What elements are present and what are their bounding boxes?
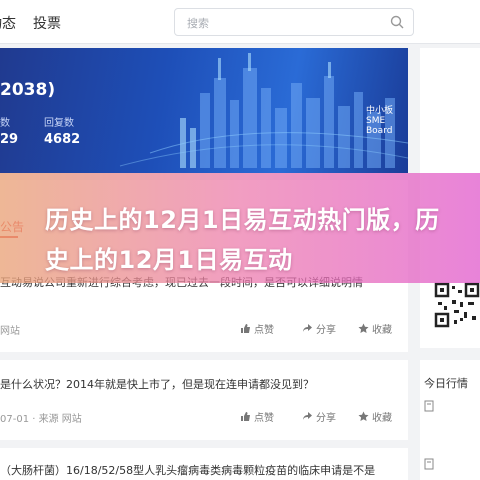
market-icon <box>424 400 434 412</box>
like-label: 点赞 <box>254 325 274 336</box>
company-banner: 中小板 SME Board <box>0 48 408 173</box>
star-icon <box>358 323 369 333</box>
stat-value-1: 29 <box>0 132 19 147</box>
like-button[interactable]: 点赞 <box>240 321 274 336</box>
feed-item-date-source: 07-01 · 来源 网站 <box>0 414 82 425</box>
feed-item-source: 网站 <box>0 326 20 337</box>
today-market-title: 今日行情 <box>424 377 468 390</box>
share-button[interactable]: 分享 <box>302 409 336 424</box>
favorite-label: 收藏 <box>372 413 392 424</box>
top-nav: 动态 投票 搜索 <box>0 0 480 44</box>
star-icon <box>358 411 369 421</box>
stat-label-1: 数 <box>0 118 10 129</box>
nav-item-dynamics[interactable]: 动态 <box>0 13 16 33</box>
stat-value-replies: 4682 <box>44 132 81 147</box>
share-icon <box>303 412 312 420</box>
article-title: 历史上的12月1日易互动热门版，历史上的12月1日易互动 <box>45 206 440 274</box>
thumbs-up-icon <box>241 412 250 421</box>
share-button[interactable]: 分享 <box>302 321 336 336</box>
thumbs-up-icon <box>241 324 250 333</box>
nav-item-vote[interactable]: 投票 <box>33 13 61 33</box>
like-button[interactable]: 点赞 <box>240 409 274 424</box>
city-skyline-graphic <box>119 53 408 168</box>
stat-label-replies: 回复数 <box>44 118 74 129</box>
share-label: 分享 <box>316 325 336 336</box>
qr-code-icon <box>434 282 480 328</box>
share-icon <box>303 324 312 332</box>
share-label: 分享 <box>316 413 336 424</box>
feed-item-text[interactable]: （大肠杆菌）16/18/52/58型人乳头瘤病毒类病毒颗粒疫苗的临床申请是不是 <box>0 462 375 478</box>
search-icon[interactable] <box>389 14 405 30</box>
feed-card <box>0 360 408 440</box>
like-label: 点赞 <box>254 413 274 424</box>
company-code: 2038) <box>0 80 56 100</box>
search-input[interactable]: 搜索 <box>174 8 414 36</box>
board-label: 中小板 SME Board <box>366 106 394 136</box>
favorite-label: 收藏 <box>372 325 392 336</box>
favorite-button[interactable]: 收藏 <box>358 321 392 336</box>
search-placeholder: 搜索 <box>187 17 209 30</box>
feed-item-text[interactable]: 是什么状况？2014年就是快上市了，但是现在连申请都没见到？ <box>0 376 314 392</box>
favorite-button[interactable]: 收藏 <box>358 409 392 424</box>
market-icon-2 <box>424 458 434 470</box>
